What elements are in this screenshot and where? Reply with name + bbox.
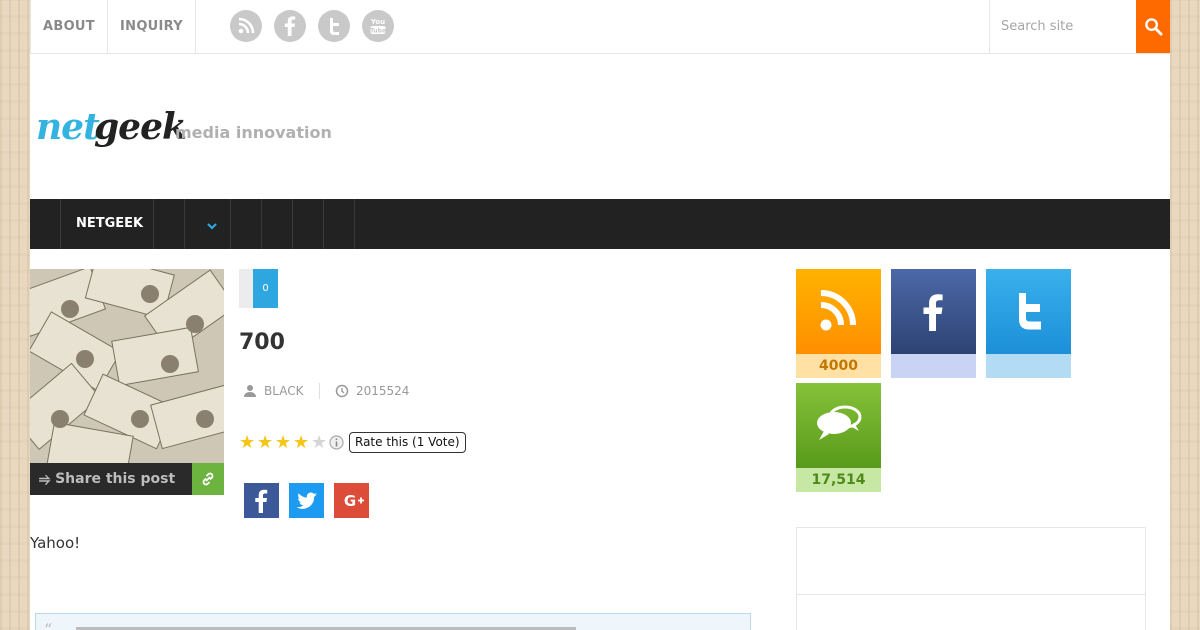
- comment-count: 0: [253, 269, 278, 308]
- share-googleplus-button[interactable]: G: [334, 483, 369, 518]
- facebook-icon: [923, 294, 943, 331]
- post-thumbnail[interactable]: [30, 269, 224, 463]
- logo-net: net: [36, 106, 100, 148]
- rss-count: 4000: [796, 354, 881, 378]
- post-body: Yahoo!: [30, 534, 81, 552]
- permalink-button[interactable]: [192, 463, 224, 495]
- share-this-post[interactable]: ⥤ Share this post: [30, 463, 192, 495]
- rss-icon[interactable]: [230, 10, 262, 42]
- post-author[interactable]: BLACK: [264, 384, 303, 398]
- chevron-down-icon[interactable]: [206, 217, 218, 236]
- info-icon: [329, 435, 344, 450]
- top-bar: ABOUT INQUIRY You Tube: [30, 0, 1170, 54]
- twitter-icon: [1019, 293, 1041, 330]
- search-input[interactable]: [990, 0, 1136, 53]
- inquiry-link[interactable]: INQUIRY: [108, 0, 196, 54]
- blockquote: “: [35, 613, 751, 630]
- sidebar-widget: [796, 527, 1146, 630]
- facebook-count: [891, 354, 976, 378]
- facebook-icon[interactable]: [274, 10, 306, 42]
- user-icon: [244, 385, 256, 397]
- link-icon: [202, 472, 214, 486]
- page: ABOUT INQUIRY You Tube net geek media inn…: [30, 0, 1170, 630]
- comments-icon: [817, 405, 862, 440]
- main-nav: NETGEEK: [30, 199, 1170, 249]
- comments-count: 17,514: [796, 468, 881, 492]
- rss-icon: [820, 290, 856, 331]
- share-facebook-button[interactable]: [244, 483, 279, 518]
- svg-text:You: You: [370, 18, 385, 26]
- star-icon[interactable]: ★: [275, 433, 291, 453]
- clock-icon: [335, 384, 349, 398]
- rating-tooltip: Rate this (1 Vote): [349, 432, 466, 453]
- search-icon: [1145, 18, 1163, 36]
- facebook-icon: [244, 483, 279, 518]
- search-button[interactable]: [1136, 0, 1170, 53]
- twitter-icon: [289, 483, 324, 518]
- twitter-icon[interactable]: [318, 10, 350, 42]
- star-icon[interactable]: ★: [311, 433, 327, 453]
- about-link[interactable]: ABOUT: [30, 0, 108, 54]
- share-twitter-button[interactable]: [289, 483, 324, 518]
- google-plus-icon: G: [334, 483, 369, 518]
- twitter-count: [986, 354, 1071, 378]
- comment-count-badge[interactable]: 0: [239, 269, 278, 308]
- svg-text:Tube: Tube: [370, 28, 386, 35]
- star-icon[interactable]: ★: [293, 433, 309, 453]
- nav-item-netgeek[interactable]: NETGEEK: [76, 199, 143, 249]
- share-label: Share this post: [55, 471, 176, 487]
- logo-tagline: media innovation: [175, 123, 332, 142]
- star-icon[interactable]: ★: [239, 433, 255, 453]
- post-date: 2015524: [356, 384, 410, 398]
- youtube-icon[interactable]: You Tube: [362, 10, 394, 42]
- site-logo[interactable]: net geek media innovation: [36, 100, 336, 156]
- post-title[interactable]: 700: [239, 330, 285, 355]
- star-icon[interactable]: ★: [257, 433, 273, 453]
- search-box: [989, 0, 1170, 54]
- svg-text:G: G: [344, 492, 356, 510]
- logo-geek: geek: [94, 106, 187, 148]
- quote-icon: “: [44, 620, 53, 630]
